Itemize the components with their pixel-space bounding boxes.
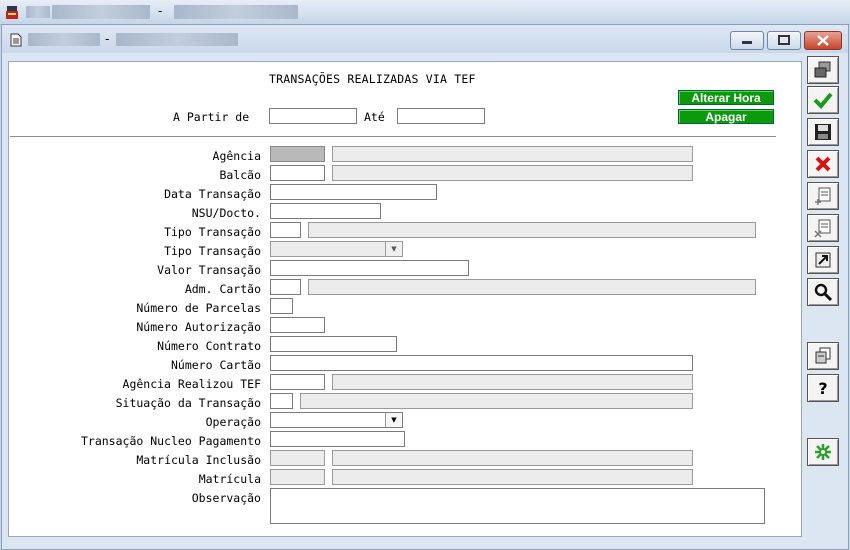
balcao-label: Balcão xyxy=(219,168,261,182)
adm-cartao-label: Adm. Cartão xyxy=(184,282,261,296)
matricula-inclusao-label: Matrícula Inclusão xyxy=(136,453,261,467)
numero-contrato-input[interactable] xyxy=(270,336,397,352)
numero-autorizacao-input[interactable] xyxy=(270,317,325,333)
agencia-realizou-name-input xyxy=(332,374,693,390)
confirm-button[interactable] xyxy=(807,86,839,114)
ate-input[interactable] xyxy=(397,108,485,124)
matricula-inclusao-name-input xyxy=(332,450,693,466)
valor-transacao-input[interactable] xyxy=(270,260,469,276)
numero-parcelas-label: Número de Parcelas xyxy=(136,301,261,315)
svg-text:?: ? xyxy=(818,379,827,398)
maximize-button[interactable] xyxy=(767,31,801,50)
restore-icon xyxy=(814,61,831,78)
minimize-button[interactable] xyxy=(730,31,764,50)
help-button[interactable]: ? xyxy=(807,374,839,402)
child-title-redacted xyxy=(116,33,238,46)
apagar-button[interactable]: Apagar xyxy=(678,109,774,124)
ate-label: Até xyxy=(364,110,385,124)
search-magnifier-icon xyxy=(814,283,833,302)
a-partir-de-input[interactable] xyxy=(269,108,357,124)
delete-document-button[interactable] xyxy=(807,214,839,242)
agencia-code-input[interactable] xyxy=(270,146,325,162)
nsu-input[interactable] xyxy=(270,203,381,219)
adm-cartao-code-input[interactable] xyxy=(270,279,301,295)
child-title-redacted xyxy=(28,33,100,46)
refresh-gear-icon xyxy=(815,444,831,460)
search-button[interactable] xyxy=(807,278,839,306)
transacao-nucleo-input[interactable] xyxy=(270,431,405,447)
numero-cartao-label: Número Cartão xyxy=(170,358,261,372)
agencia-label: Agência xyxy=(212,149,261,163)
save-disk-icon xyxy=(815,124,831,140)
data-transacao-input[interactable] xyxy=(270,184,437,200)
app-logo-icon xyxy=(6,6,18,19)
tipo-transacao-name-input xyxy=(308,222,756,238)
matricula-label: Matrícula xyxy=(198,472,261,486)
restore-button[interactable] xyxy=(807,56,839,84)
app-title-separator: - xyxy=(158,4,163,18)
agencia-realizou-label: Agência Realizou TEF xyxy=(122,377,261,391)
matricula-name-input xyxy=(332,469,693,485)
maximize-icon xyxy=(778,35,790,45)
app-title-redacted xyxy=(174,5,298,19)
tipo-transacao-code-input[interactable] xyxy=(270,222,301,238)
operacao-label: Operação xyxy=(205,415,261,429)
situacao-code-input[interactable] xyxy=(270,393,293,409)
refresh-button[interactable] xyxy=(807,438,839,466)
export-arrow-icon xyxy=(815,252,831,268)
agencia-name-input xyxy=(332,146,693,162)
numero-contrato-label: Número Contrato xyxy=(157,339,261,353)
tipo-transacao-2-label: Tipo Transação xyxy=(164,244,261,258)
chevron-down-icon: ▼ xyxy=(385,242,402,256)
close-button[interactable] xyxy=(804,31,842,50)
numero-cartao-input[interactable] xyxy=(270,355,693,371)
observacao-textarea[interactable] xyxy=(270,488,765,524)
situacao-name-input xyxy=(300,393,693,409)
add-document-button[interactable] xyxy=(807,182,839,210)
page-title: TRANSAÇÕES REALIZADAS VIA TEF xyxy=(269,72,476,86)
operacao-select[interactable]: ▼ xyxy=(270,412,403,428)
app-titlebar: - xyxy=(0,0,850,25)
balcao-name-input xyxy=(332,165,693,181)
delete-document-icon xyxy=(814,219,831,238)
matricula-inclusao-code-input xyxy=(270,450,325,466)
a-partir-de-label: A Partir de xyxy=(173,110,250,124)
cancel-button[interactable] xyxy=(807,150,839,178)
minimize-icon xyxy=(742,41,752,44)
print-button[interactable] xyxy=(807,342,839,370)
child-window: - TRANSAÇÕES REALIZADAS VIA TEF A Partir… xyxy=(1,24,849,550)
child-title-separator: - xyxy=(105,32,110,46)
divider xyxy=(10,136,776,137)
numero-autorizacao-label: Número Autorização xyxy=(136,320,261,334)
alterar-hora-button[interactable]: Alterar Hora xyxy=(678,90,774,105)
agencia-realizou-code-input[interactable] xyxy=(270,374,325,390)
tipo-transacao-label: Tipo Transação xyxy=(164,225,261,239)
situacao-label: Situação da Transação xyxy=(115,396,261,410)
app-title-redacted xyxy=(26,6,50,18)
confirm-check-icon xyxy=(813,92,833,109)
document-icon xyxy=(10,33,22,47)
tipo-transacao-select: ▼ xyxy=(270,241,403,257)
data-transacao-label: Data Transação xyxy=(164,187,261,201)
cancel-x-icon xyxy=(815,156,831,172)
close-icon xyxy=(817,35,829,46)
numero-parcelas-input[interactable] xyxy=(270,298,293,314)
adm-cartao-name-input xyxy=(308,279,756,295)
child-titlebar: - xyxy=(2,25,848,53)
print-copy-icon xyxy=(815,347,831,364)
valor-transacao-label: Valor Transação xyxy=(157,263,261,277)
help-question-icon: ? xyxy=(818,379,827,398)
chevron-down-icon[interactable]: ▼ xyxy=(385,413,402,427)
add-document-icon xyxy=(815,187,831,205)
save-button[interactable] xyxy=(807,118,839,146)
export-button[interactable] xyxy=(807,246,839,274)
app-title-redacted xyxy=(52,5,150,19)
observacao-label: Observação xyxy=(191,491,261,505)
transacao-nucleo-label: Transação Nucleo Pagamento xyxy=(80,434,261,448)
balcao-code-input[interactable] xyxy=(270,165,325,181)
matricula-code-input xyxy=(270,469,325,485)
nsu-label: NSU/Docto. xyxy=(191,206,261,220)
